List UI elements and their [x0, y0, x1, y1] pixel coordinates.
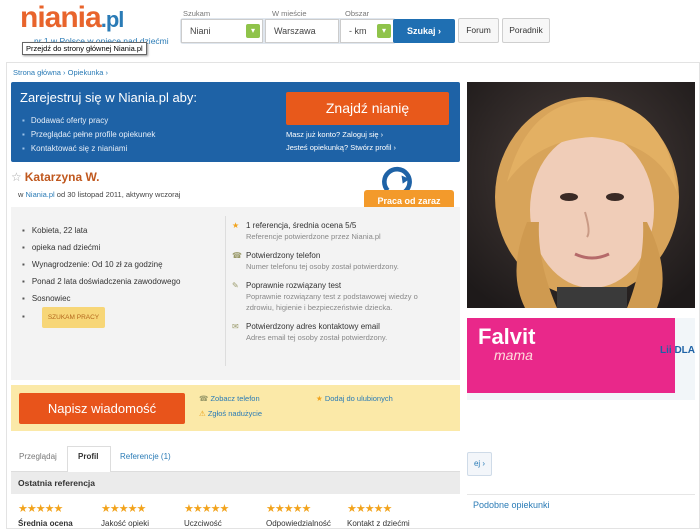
rating-stars: ★★★★★	[184, 503, 229, 515]
divider	[225, 216, 226, 366]
ad-sub: mama	[494, 347, 533, 363]
rating-label: Uczciwość	[184, 519, 222, 528]
verification-title: 1 referencja, średnia ocena 5/5	[246, 221, 357, 230]
verification-sub: Referencje potwierdzone przez Niania.pl	[246, 232, 381, 241]
login-link[interactable]: Masz już konto? Zaloguj się ›	[286, 128, 396, 141]
label-szukam: Szukam	[183, 9, 211, 18]
fact-gender-age: Kobieta, 22 lata	[22, 222, 180, 239]
rating-label: Jakość opieki	[101, 519, 150, 528]
recent-reference-title: Ostatnia referencja	[18, 478, 96, 488]
site-icon: w	[18, 190, 24, 199]
verification-sub: Adres email tej osoby został potwierdzon…	[246, 333, 388, 342]
verification-title: Poprawnie rozwiązany test	[246, 281, 342, 290]
verification-item: ✎ Poprawnie rozwiązany test Poprawnie ro…	[232, 280, 426, 313]
profile-subinfo: w Niania.pl od 30 listopad 2011, aktywny…	[18, 190, 180, 199]
verification-sub: Numer telefonu tej osoby został potwierd…	[246, 262, 399, 271]
sidebar-arrow-button[interactable]: ej ›	[467, 452, 492, 476]
type-select-value: Niani	[190, 26, 211, 36]
test-icon: ✎	[232, 281, 239, 290]
label-miasto: W mieście	[272, 9, 307, 18]
verification-item: ☎ Potwierdzony telefon Numer telefonu te…	[232, 250, 426, 272]
rating-stars: ★★★★★	[266, 503, 311, 515]
banner-title: Zarejestruj się w Niania.pl aby:	[20, 90, 198, 105]
profile-photo	[467, 82, 695, 308]
chevron-down-icon: ▾	[246, 24, 260, 38]
tab-profile[interactable]: Profil	[78, 452, 98, 461]
fact-salary: Wynagrodzenie: Od 10 zł za godzinę	[22, 256, 180, 273]
show-phone-label: Zobacz telefon	[210, 394, 260, 403]
rating-label: Średnia ocena	[18, 519, 73, 528]
fact-status: SZUKAM PRACY	[22, 307, 180, 328]
verification-title: Potwierdzony adres kontaktowy email	[246, 322, 380, 331]
status-badge: SZUKAM PRACY	[41, 307, 106, 328]
email-icon: ✉	[232, 322, 239, 331]
site-header: niania.pl nr 1 w Polsce w opiece nad dzi…	[0, 0, 700, 60]
add-favorite-label: Dodaj do ulubionych	[324, 394, 393, 403]
phone-icon: ☎	[232, 251, 242, 260]
rating-stars: ★★★★★	[18, 503, 63, 515]
warning-icon: ⚠	[199, 409, 208, 418]
label-obszar: Obszar	[345, 9, 370, 18]
rating-label: Kontakt z dziećmi	[347, 519, 410, 528]
favorite-star-icon[interactable]: ☆	[11, 170, 22, 184]
star-icon: ★	[232, 221, 240, 230]
chevron-down-icon: ▾	[377, 24, 391, 38]
logo[interactable]: niania.pl	[20, 1, 125, 35]
verification-sub: Poprawnie rozwiązany test z podstawowej …	[246, 292, 418, 312]
divider	[467, 494, 695, 495]
verification-title: Potwierdzony telefon	[246, 251, 321, 260]
breadcrumb[interactable]: Strona główna › Opiekunka ›	[13, 68, 108, 77]
write-message-button[interactable]: Napisz wiadomość	[19, 393, 185, 424]
fact-city: Sosnowiec	[22, 290, 180, 307]
banner-list: Dodawać oferty pracy Przeglądać pełne pr…	[22, 114, 156, 156]
city-input-value: Warszawa	[274, 26, 316, 36]
rating-stars: ★★★★★	[347, 503, 392, 515]
type-select[interactable]: Niani ▾	[181, 19, 263, 43]
fact-care: opieka nad dziećmi	[22, 239, 180, 256]
rating-label: Odpowiedzialność	[266, 519, 331, 528]
tab-browse[interactable]: Przeglądaj	[19, 452, 57, 461]
login-links: Masz już konto? Zaloguj się › Jesteś opi…	[286, 128, 396, 154]
fact-experience: Ponad 2 lata doświadczenia zawodowego	[22, 273, 181, 290]
profile-name: Katarzyna W.	[24, 170, 100, 184]
profile-name-row: ☆ Katarzyna W.	[11, 170, 99, 184]
area-select-value: - km	[349, 26, 367, 36]
site-link[interactable]: Niania.pl	[26, 190, 55, 199]
banner-item: Kontaktować się z nianiami	[22, 142, 155, 156]
report-abuse-label: Zgłoś nadużycie	[207, 409, 263, 418]
add-favorite-link[interactable]: ★ Dodaj do ulubionych	[316, 394, 393, 403]
star-icon: ★	[316, 394, 325, 403]
logo-tooltip: Przejdź do strony głównej Niania.pl	[22, 42, 147, 55]
banner-item: Przeglądać pełne profile opiekunek	[22, 128, 156, 142]
city-input[interactable]: Warszawa	[265, 19, 339, 43]
find-nanny-button[interactable]: Znajdź nianię	[286, 92, 449, 125]
report-abuse-link[interactable]: ⚠ Zgłoś nadużycie	[199, 409, 262, 418]
create-profile-link[interactable]: Jesteś opiekunką? Stwórz profil ›	[286, 141, 396, 154]
verification-item: ✉ Potwierdzony adres kontaktowy email Ad…	[232, 321, 426, 343]
profile-photo-image	[467, 82, 695, 308]
tab-references[interactable]: Referencje (1)	[120, 452, 171, 461]
member-since: od 30 listopad 2011, aktywny wczoraj	[56, 190, 181, 199]
forum-button[interactable]: Forum	[458, 18, 499, 43]
verification-item: ★ 1 referencja, średnia ocena 5/5 Refere…	[232, 220, 426, 242]
area-select[interactable]: - km ▾	[340, 19, 394, 43]
verifications: ★ 1 referencja, średnia ocena 5/5 Refere…	[232, 220, 426, 351]
phone-icon: ☎	[199, 394, 211, 403]
banner-item: Dodawać oferty pracy	[22, 114, 155, 128]
similar-nannies-link[interactable]: Podobne opiekunki	[473, 500, 550, 510]
show-phone-link[interactable]: ☎ Zobacz telefon	[199, 394, 260, 403]
rating-stars: ★★★★★	[101, 503, 146, 515]
search-button[interactable]: Szukaj ›	[393, 19, 455, 43]
profile-facts: Kobieta, 22 lata opieka nad dziećmi Wyna…	[22, 222, 180, 328]
poradnik-button[interactable]: Poradnik	[502, 18, 550, 43]
logo-tld: .pl	[100, 7, 125, 32]
logo-brand: niania	[20, 1, 102, 34]
ad-side-text: Lii DLA	[660, 345, 695, 356]
